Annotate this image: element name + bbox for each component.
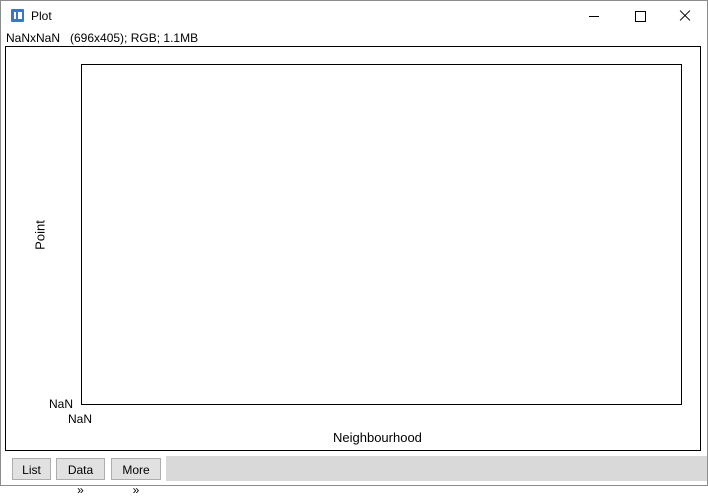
list-button[interactable]: List xyxy=(12,458,51,480)
imagej-icon xyxy=(11,9,24,22)
more-button[interactable]: More » xyxy=(111,458,161,497)
minimize-icon xyxy=(589,15,599,17)
toolbar-spacer xyxy=(166,456,707,481)
maximize-button[interactable] xyxy=(617,1,663,31)
maximize-icon xyxy=(634,10,646,22)
y-axis-tick-label: NaN xyxy=(49,397,74,411)
close-icon xyxy=(679,10,691,22)
plot-frame xyxy=(81,64,682,405)
data-button[interactable]: Data » xyxy=(56,458,105,497)
title-bar[interactable]: Plot xyxy=(1,1,707,31)
minimize-button[interactable] xyxy=(571,1,617,31)
y-axis-label: Point xyxy=(32,220,48,250)
image-info-line: NaNxNaN (696x405); RGB; 1.1MB xyxy=(6,31,199,45)
window-title: Plot xyxy=(31,9,52,23)
x-axis-label: Neighbourhood xyxy=(333,430,422,445)
close-button[interactable] xyxy=(662,1,708,31)
x-axis-tick-label: NaN xyxy=(68,412,93,426)
